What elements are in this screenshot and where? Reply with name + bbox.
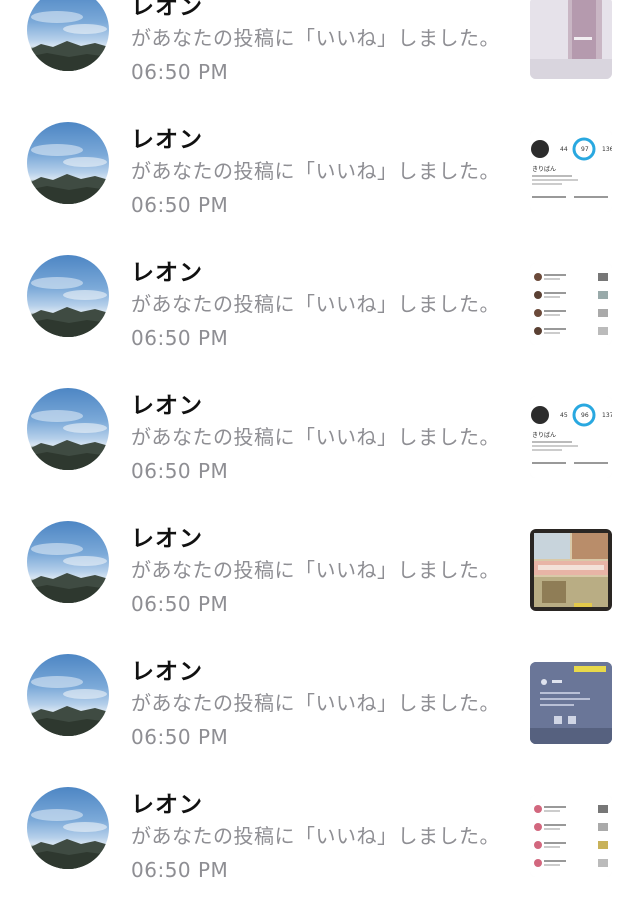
notification-item[interactable]: レオン があなたの投稿に「いいね」しました。 06:50 PM 44 97 13… <box>0 107 640 240</box>
timestamp: 06:50 PM <box>131 858 229 882</box>
timestamp: 06:50 PM <box>131 592 229 616</box>
post-thumbnail[interactable] <box>530 263 612 345</box>
user-name[interactable]: レオン <box>131 120 203 154</box>
timestamp: 06:50 PM <box>131 725 229 749</box>
user-name[interactable]: レオン <box>131 386 203 420</box>
notification-item[interactable]: レオン があなたの投稿に「いいね」しました。 06:50 PM <box>0 639 640 772</box>
timestamp: 06:50 PM <box>131 459 229 483</box>
post-thumbnail[interactable]: 45 96 137 きりばん <box>530 396 612 478</box>
thumb-stat: 45 <box>560 412 568 419</box>
avatar[interactable] <box>27 521 109 603</box>
user-name[interactable]: レオン <box>131 253 203 287</box>
avatar[interactable] <box>27 654 109 736</box>
notification-message: があなたの投稿に「いいね」しました。 <box>131 558 500 582</box>
notification-list: レオン があなたの投稿に「いいね」しました。 06:50 PM レオン があなた… <box>0 0 640 905</box>
notification-item[interactable]: レオン があなたの投稿に「いいね」しました。 06:50 PM <box>0 240 640 373</box>
notification-message: があなたの投稿に「いいね」しました。 <box>131 691 500 715</box>
avatar[interactable] <box>27 388 109 470</box>
user-name[interactable]: レオン <box>131 785 203 819</box>
notification-message: があなたの投稿に「いいね」しました。 <box>131 292 500 316</box>
timestamp: 06:50 PM <box>131 326 229 350</box>
notification-item[interactable]: レオン があなたの投稿に「いいね」しました。 06:50 PM <box>0 0 640 107</box>
post-thumbnail[interactable] <box>530 0 612 79</box>
notification-message: があなたの投稿に「いいね」しました。 <box>131 425 500 449</box>
timestamp: 06:50 PM <box>131 193 229 217</box>
user-name[interactable]: レオン <box>131 652 203 686</box>
thumb-stat: 97 <box>581 146 589 153</box>
thumb-stat: 137 <box>602 412 612 419</box>
post-thumbnail[interactable] <box>530 795 612 877</box>
thumb-stat: 136 <box>602 146 612 153</box>
notification-message: があなたの投稿に「いいね」しました。 <box>131 26 500 50</box>
avatar[interactable] <box>27 255 109 337</box>
thumb-stat: 44 <box>560 146 568 153</box>
thumb-stat: 96 <box>581 412 589 419</box>
notification-message: があなたの投稿に「いいね」しました。 <box>131 159 500 183</box>
timestamp: 06:50 PM <box>131 60 229 84</box>
avatar[interactable] <box>27 787 109 869</box>
user-name[interactable]: レオン <box>131 519 203 553</box>
post-thumbnail[interactable]: 44 97 136 きりばん <box>530 130 612 212</box>
notification-item[interactable]: レオン があなたの投稿に「いいね」しました。 06:50 PM <box>0 772 640 905</box>
post-thumbnail[interactable] <box>530 662 612 744</box>
avatar[interactable] <box>27 122 109 204</box>
notification-item[interactable]: レオン があなたの投稿に「いいね」しました。 06:50 PM 45 96 13… <box>0 373 640 506</box>
notification-item[interactable]: レオン があなたの投稿に「いいね」しました。 06:50 PM <box>0 506 640 639</box>
thumb-username: きりばん <box>532 165 556 173</box>
post-thumbnail[interactable] <box>530 529 612 611</box>
avatar[interactable] <box>27 0 109 71</box>
notification-message: があなたの投稿に「いいね」しました。 <box>131 824 500 848</box>
user-name[interactable]: レオン <box>131 0 203 21</box>
thumb-username: きりばん <box>532 431 556 439</box>
